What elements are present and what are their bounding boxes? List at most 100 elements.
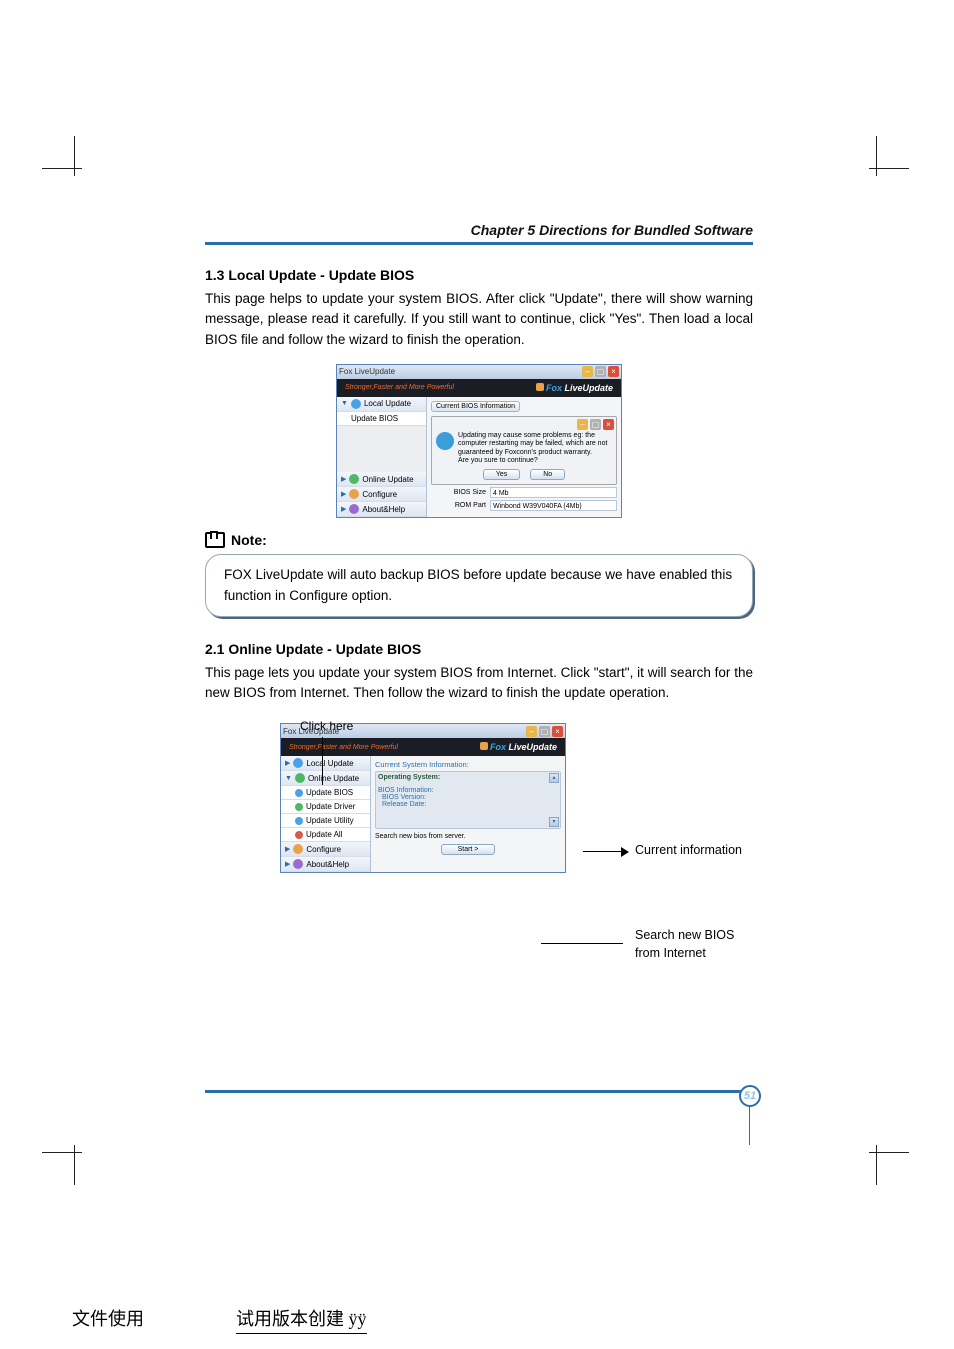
release-date-label: Release Date: [378, 801, 558, 808]
page-number-badge: 51 [739, 1085, 761, 1107]
decorative-line [749, 1107, 750, 1145]
driver-icon [295, 803, 303, 811]
callout-search-bios: Search new BIOS from Internet [635, 927, 734, 962]
scroll-down-icon[interactable]: ▾ [549, 817, 559, 827]
sidebar-item-about-help[interactable]: ▶ About&Help [337, 502, 426, 517]
chevron-right-icon: ▶ [341, 475, 346, 483]
bios-size-label: BIOS Size [431, 489, 486, 496]
scroll-up-icon[interactable]: ▴ [549, 773, 559, 783]
sidebar-item-update-all[interactable]: Update All [281, 828, 370, 842]
sidebar-item-label: About&Help [362, 505, 405, 514]
sidebar-item-about-help[interactable]: ▶ About&Help [281, 857, 370, 872]
sidebar-nav: ▶Local Update ▼Online Update Update BIOS… [281, 756, 371, 872]
callout-click-here: Click here [300, 719, 353, 733]
callout-line [541, 943, 623, 944]
sidebar-item-online-update[interactable]: ▼Online Update [281, 771, 370, 786]
fox-icon [480, 742, 488, 750]
note-label: Note: [205, 532, 753, 548]
bios-size-row: BIOS Size 4 Mb [431, 487, 617, 498]
callout-current-info: Current information [635, 843, 742, 857]
sidebar-item-local-update[interactable]: ▼Local Update [337, 397, 426, 412]
utility-icon [295, 817, 303, 825]
maximize-icon[interactable]: ▢ [539, 726, 550, 737]
bios-version-label: BIOS Version: [378, 794, 558, 801]
page-footer: 51 [205, 1090, 753, 1093]
sidebar-item-label: Update BIOS [306, 788, 353, 797]
folder-icon [293, 758, 303, 768]
figure-2: Click here Fox LiveUpdate – ▢ × Stronger… [205, 723, 753, 873]
app-brand: Fox LiveUpdate [480, 742, 557, 752]
chevron-right-icon: ▶ [341, 505, 346, 513]
app-main: Current System Information: Operating Sy… [371, 756, 565, 872]
note-icon [205, 532, 225, 548]
section-1-body: This page helps to update your system BI… [205, 289, 753, 350]
globe-icon [349, 474, 359, 484]
start-button[interactable]: Start > [441, 844, 496, 855]
app-brand: Fox LiveUpdate [536, 383, 613, 393]
crop-mark [869, 168, 909, 169]
search-label: Search new bios from server. [375, 833, 561, 840]
chevron-right-icon: ▶ [285, 860, 290, 868]
no-button[interactable]: No [530, 469, 565, 480]
note-text: FOX LiveUpdate will auto backup BIOS bef… [224, 567, 732, 602]
app-banner: Stronger,Faster and More Powerful Fox Li… [281, 738, 565, 756]
sidebar-nav: ▼Local Update Update BIOS ▶Online Update… [337, 397, 427, 518]
warning-dialog: – ▢ × Updating may cause some problems e… [431, 416, 617, 486]
page-number: 51 [744, 1090, 756, 1102]
dialog-prompt: Are you sure to continue? [458, 457, 538, 464]
crop-mark [869, 1152, 909, 1153]
arrow-right-icon [621, 847, 629, 857]
section-2-body: This page lets you update your system BI… [205, 663, 753, 704]
minimize-icon[interactable]: – [582, 366, 593, 377]
sidebar-item-update-bios[interactable]: Update BIOS [281, 786, 370, 800]
sidebar-item-update-utility[interactable]: Update Utility [281, 814, 370, 828]
update-all-icon [295, 831, 303, 839]
close-icon[interactable]: × [608, 366, 619, 377]
bottom-mid-text: 试用版本创建 ÿÿ [236, 1305, 367, 1334]
info-icon [436, 432, 454, 450]
minimize-icon[interactable]: – [526, 726, 537, 737]
sidebar-item-local-update[interactable]: ▶Local Update [281, 756, 370, 771]
tab-current-bios[interactable]: Current BIOS Information [431, 401, 520, 412]
sidebar-item-update-bios[interactable]: Update BIOS [337, 412, 426, 426]
section-1-title: 1.3 Local Update - Update BIOS [205, 267, 753, 283]
titlebar: Fox LiveUpdate – ▢ × [337, 365, 621, 379]
bios-size-value: 4 Mb [490, 487, 617, 498]
bottom-left-text: 文件使用 [72, 1305, 144, 1331]
chapter-header: Chapter 5 Directions for Bundled Softwar… [205, 222, 753, 245]
app-main: Current BIOS Information – ▢ × Updating … [427, 397, 621, 518]
sidebar-item-label: Configure [362, 490, 397, 499]
crop-mark [74, 1145, 75, 1185]
maximize-icon[interactable]: ▢ [595, 366, 606, 377]
fox-icon [536, 383, 544, 391]
chevron-right-icon: ▶ [341, 490, 346, 498]
globe-icon [295, 773, 305, 783]
gear-icon [293, 844, 303, 854]
sidebar-item-label: Update BIOS [351, 414, 398, 423]
sidebar-item-configure[interactable]: ▶ Configure [337, 487, 426, 502]
sidebar-item-update-driver[interactable]: Update Driver [281, 800, 370, 814]
sidebar-item-configure[interactable]: ▶Configure [281, 842, 370, 857]
sidebar-item-label: Update Driver [306, 802, 355, 811]
app-slogan: Stronger,Faster and More Powerful [345, 384, 454, 391]
close-icon[interactable]: × [603, 419, 614, 430]
chevron-down-icon: ▼ [341, 400, 348, 407]
rom-part-value: Winbond W39V040FA (4Mb) [490, 500, 617, 511]
sidebar-item-online-update[interactable]: ▶Online Update [337, 472, 426, 487]
bios-info-label: BIOS Information: [378, 787, 558, 794]
sidebar-item-label: Configure [306, 845, 341, 854]
crop-mark [876, 1145, 877, 1185]
maximize-icon[interactable]: ▢ [590, 419, 601, 430]
yes-button[interactable]: Yes [483, 469, 520, 480]
crop-mark [42, 168, 82, 169]
system-info-box: Operating System: BIOS Information: BIOS… [375, 771, 561, 829]
callout-line [583, 851, 623, 852]
rom-part-label: ROM Part [431, 502, 486, 509]
sidebar-item-label: Local Update [306, 759, 353, 768]
close-icon[interactable]: × [552, 726, 563, 737]
callout-line [322, 737, 323, 785]
sidebar-item-label: About&Help [306, 860, 349, 869]
help-icon [349, 504, 359, 514]
minimize-icon[interactable]: – [577, 419, 588, 430]
crop-mark [74, 136, 75, 176]
